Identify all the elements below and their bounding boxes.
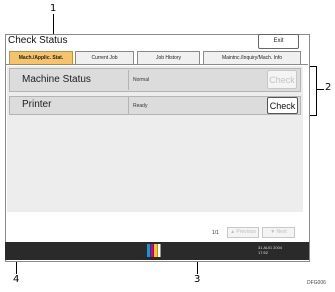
tab-current-job[interactable]: Current Job bbox=[75, 51, 134, 64]
callout-3: 3 bbox=[194, 274, 201, 285]
toner-level-icon bbox=[147, 244, 161, 257]
printer-check-button[interactable]: Check bbox=[267, 97, 298, 114]
machine-status-label: Machine Status bbox=[22, 74, 91, 85]
machine-status-value: Normal bbox=[133, 77, 150, 83]
figure-code: DFG006 bbox=[307, 280, 326, 286]
tab-maintenance-info[interactable]: Maintnc./Inquiry/Mach. Info bbox=[203, 51, 301, 64]
page-indicator: 1/1 bbox=[212, 230, 219, 236]
date-time: 31 AUG 2004 17:52 bbox=[258, 245, 282, 255]
next-button[interactable]: ▼ Next bbox=[262, 227, 295, 238]
printer-row bbox=[9, 96, 301, 115]
page-title: Check Status bbox=[8, 35, 68, 46]
callout-2-line-out bbox=[316, 89, 324, 90]
time-text: 17:52 bbox=[258, 250, 269, 255]
tab-job-history[interactable]: Job History bbox=[137, 51, 200, 64]
callout-1: 1 bbox=[50, 3, 57, 14]
printer-label: Printer bbox=[22, 99, 52, 110]
tab-mach-applic-stat[interactable]: Mach./Applic. Stat. bbox=[9, 51, 73, 64]
printer-divider bbox=[128, 97, 129, 114]
printer-status-value: Ready bbox=[133, 103, 148, 109]
machine-status-check-button[interactable]: Check bbox=[267, 70, 297, 89]
callout-4: 4 bbox=[13, 274, 20, 285]
machine-status-divider bbox=[128, 70, 129, 90]
callout-2-line-vert bbox=[316, 66, 317, 116]
exit-button[interactable]: Exit bbox=[258, 34, 299, 49]
previous-button[interactable]: ▲ Previous bbox=[227, 227, 259, 238]
callout-2: 2 bbox=[325, 82, 332, 93]
